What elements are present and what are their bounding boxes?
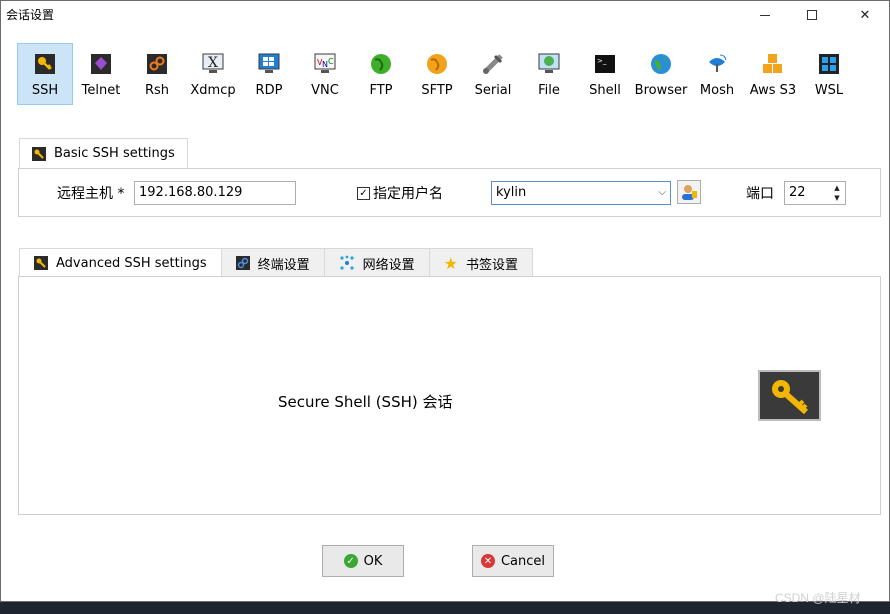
session-type-aws-s3[interactable]: Aws S3 xyxy=(745,43,801,105)
basic-tab-strip: Basic SSH settings xyxy=(19,138,188,168)
session-type-wsl[interactable]: WSL xyxy=(801,43,857,105)
cancel-button[interactable]: ✕ Cancel xyxy=(472,545,554,577)
tab-advanced-ssh-settings[interactable]: Advanced SSH settings xyxy=(19,248,222,277)
remote-host-input[interactable]: 192.168.80.129 xyxy=(134,181,296,205)
session-type-rdp[interactable]: RDP xyxy=(241,43,297,105)
session-type-label: Serial xyxy=(474,83,512,98)
session-type-label: Rsh xyxy=(144,83,170,98)
ssh-key-icon xyxy=(33,52,57,76)
chevron-down-icon: ⌵ xyxy=(658,187,666,198)
session-type-sftp[interactable]: SFTP xyxy=(409,43,465,105)
user-icon xyxy=(682,185,697,200)
close-icon: ✕ xyxy=(859,7,871,23)
tab-network-settings[interactable]: 网络设置 xyxy=(323,248,430,277)
tab-terminal-settings[interactable]: 终端设置 xyxy=(220,248,325,277)
session-type-xdmcp[interactable]: X Xdmcp xyxy=(185,43,241,105)
session-type-label: RDP xyxy=(255,83,283,98)
session-type-rsh[interactable]: Rsh xyxy=(129,43,185,105)
session-type-mosh[interactable]: Mosh xyxy=(689,43,745,105)
remote-host-label: 远程主机 * xyxy=(57,186,125,202)
session-type-browser[interactable]: Browser xyxy=(633,43,689,105)
maximize-button[interactable] xyxy=(789,1,835,29)
session-type-shell[interactable]: >_ Shell xyxy=(577,43,633,105)
close-button[interactable]: ✕ xyxy=(842,1,888,29)
aws-s3-cubes-icon xyxy=(761,52,785,76)
session-type-file[interactable]: File xyxy=(521,43,577,105)
user-manager-button[interactable] xyxy=(677,180,701,204)
spin-arrows-icon[interactable]: ▲ ▼ xyxy=(832,183,842,203)
title-bar: 会话设置 ✕ xyxy=(1,1,889,29)
minimize-button[interactable] xyxy=(742,1,788,29)
session-type-ftp[interactable]: FTP xyxy=(353,43,409,105)
session-type-label: Telnet xyxy=(81,83,121,98)
ok-label: OK xyxy=(363,553,383,569)
sftp-icon xyxy=(425,52,449,76)
tab-label: 终端设置 xyxy=(257,257,310,273)
session-type-label: FTP xyxy=(369,83,393,98)
rsh-icon xyxy=(145,52,169,76)
session-type-telnet[interactable]: Telnet xyxy=(73,43,129,105)
network-icon xyxy=(340,255,354,270)
session-type-label: VNC xyxy=(311,83,339,98)
session-type-label: File xyxy=(538,83,560,98)
key-icon xyxy=(34,256,48,270)
session-type-toolbar: SSH Telnet Rsh X Xdmcp RDP V N C VNC FTP… xyxy=(17,43,857,107)
username-select[interactable]: kylin ⌵ xyxy=(491,181,671,205)
telnet-icon xyxy=(89,52,113,76)
session-type-label: Aws S3 xyxy=(749,83,797,98)
port-label: 端口 xyxy=(746,186,774,202)
tab-label: Advanced SSH settings xyxy=(56,255,207,271)
session-type-label: Xdmcp xyxy=(190,83,236,98)
key-icon xyxy=(32,146,46,161)
advanced-tab-strip: Advanced SSH settings 终端设置 网络设置 ★ 书签设置 xyxy=(19,248,533,277)
vnc-icon: VNC xyxy=(313,52,337,76)
session-type-vnc[interactable]: VNC VNC xyxy=(297,43,353,105)
port-spinner[interactable]: 22 ▲ ▼ xyxy=(784,181,846,205)
window-title: 会话设置 xyxy=(6,8,55,22)
username-value: kylin xyxy=(496,185,527,200)
tab-label: 网络设置 xyxy=(362,257,415,273)
session-type-serial[interactable]: Serial xyxy=(465,43,521,105)
session-type-label: WSL xyxy=(814,83,844,98)
rdp-monitor-icon xyxy=(257,52,281,76)
watermark: CSDN @陆星材 xyxy=(775,591,861,605)
session-type-label: Shell xyxy=(589,83,621,98)
svg-text:C: C xyxy=(328,57,334,66)
mosh-satellite-icon xyxy=(705,52,729,76)
shell-terminal-icon: >_ xyxy=(593,52,617,76)
maximize-icon xyxy=(807,10,817,20)
serial-plug-icon xyxy=(481,52,505,76)
session-settings-dialog: 会话设置 ✕ SSH Telnet Rsh X Xdmcp RDP V N C … xyxy=(0,0,890,602)
session-type-label: Mosh xyxy=(699,83,735,98)
tab-bookmark-settings[interactable]: ★ 书签设置 xyxy=(428,248,533,277)
specify-username-checkbox[interactable]: ✓ xyxy=(357,187,370,200)
basic-settings-panel: 远程主机 * 192.168.80.129 ✓ 指定用户名 kylin ⌵ 端口… xyxy=(18,168,881,217)
star-icon: ★ xyxy=(443,253,458,273)
svg-text:X: X xyxy=(208,55,218,71)
browser-globe-icon xyxy=(649,52,673,76)
advanced-settings-panel: Secure Shell (SSH) 会话 xyxy=(18,276,881,515)
session-type-label: Browser xyxy=(634,83,688,98)
session-type-label: SSH xyxy=(31,83,59,98)
cancel-x-icon: ✕ xyxy=(480,554,495,568)
port-value: 22 xyxy=(789,185,806,200)
tab-label: Basic SSH settings xyxy=(54,146,175,161)
file-monitor-icon xyxy=(537,52,561,76)
session-type-label: SFTP xyxy=(421,83,453,98)
minimize-icon xyxy=(760,14,770,16)
tab-label: 书签设置 xyxy=(465,257,518,273)
svg-text:>_: >_ xyxy=(597,57,607,65)
session-type-ssh[interactable]: SSH xyxy=(17,43,73,105)
check-icon: ✓ xyxy=(343,554,358,568)
tab-basic-ssh-settings[interactable]: Basic SSH settings xyxy=(19,138,188,168)
cancel-label: Cancel xyxy=(500,553,546,569)
ok-button[interactable]: ✓ OK xyxy=(322,545,404,577)
terminal-settings-icon xyxy=(235,256,250,270)
ssh-key-icon xyxy=(758,370,821,421)
session-description: Secure Shell (SSH) 会话 xyxy=(278,393,453,411)
wsl-windows-icon xyxy=(817,52,841,76)
ftp-globe-icon xyxy=(369,52,393,76)
specify-username-label: 指定用户名 xyxy=(373,186,443,202)
xdmcp-icon: X xyxy=(201,52,225,76)
